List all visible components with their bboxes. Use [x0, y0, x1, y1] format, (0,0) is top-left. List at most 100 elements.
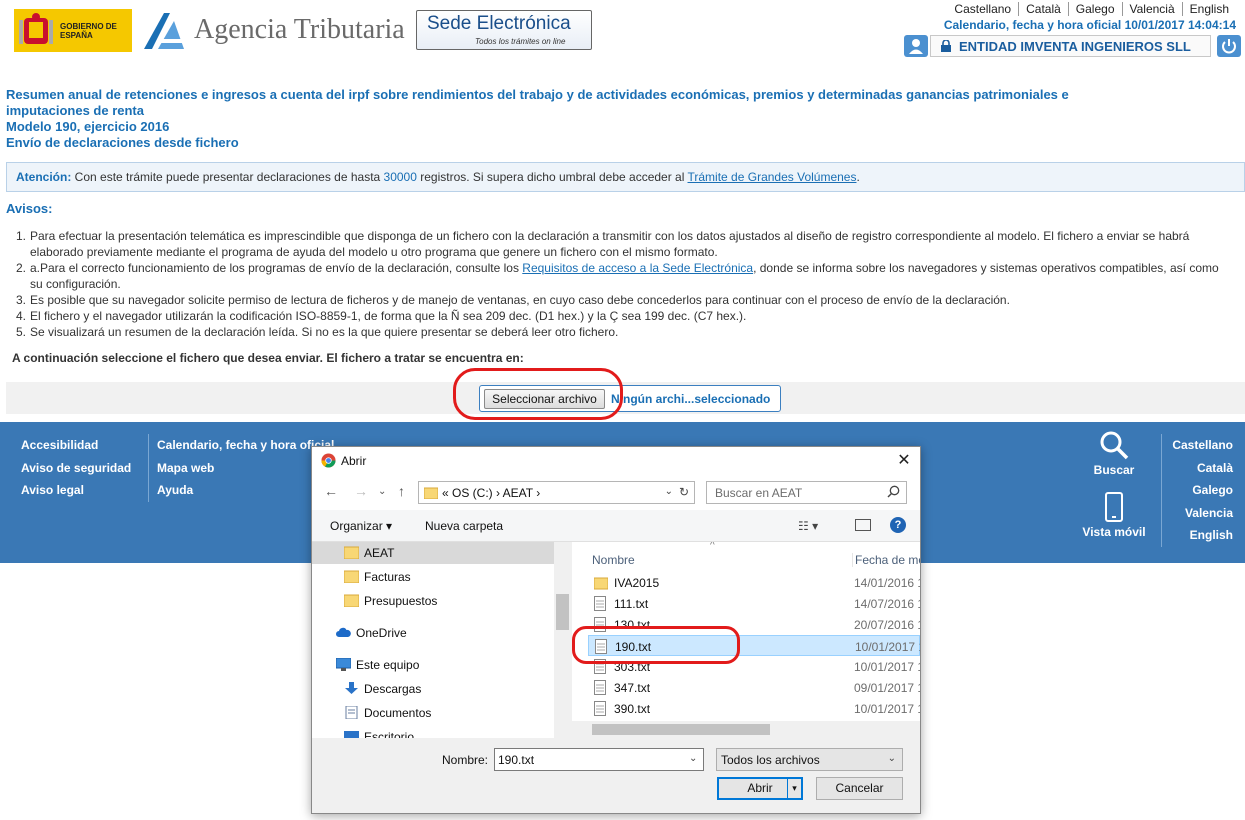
file-list-scrollbar[interactable]	[572, 721, 920, 738]
nav-item-escritorio[interactable]: Escritorio	[312, 726, 554, 738]
search-icon	[1100, 431, 1129, 460]
nav-item-documentos[interactable]: Documentos	[312, 702, 554, 724]
avisos-title: Avisos:	[6, 201, 53, 216]
power-icon[interactable]	[1217, 35, 1241, 57]
aviso-item: 2. a.Para el correcto funcionamiento de l…	[16, 261, 1219, 291]
official-datetime[interactable]: Calendario, fecha y hora oficial 10/01/2…	[944, 18, 1236, 32]
column-header-name[interactable]: Nombre	[592, 553, 635, 567]
language-selector: Castellano Català Galego Valencià Englis…	[947, 2, 1236, 16]
aeat-logo-icon[interactable]	[140, 9, 188, 53]
aviso-item: 4. El fichero y el navegador utilizarán l…	[16, 309, 747, 323]
chevron-down-icon[interactable]: ⌄	[665, 486, 673, 497]
notice-text-c: .	[856, 170, 860, 184]
coat-of-arms-icon	[19, 12, 53, 44]
footer-accesibilidad[interactable]: Accesibilidad	[21, 434, 131, 457]
site-header: GOBIERNO DE ESPAÑA Agencia Tributaria Se…	[0, 0, 1245, 68]
cloud-icon	[336, 627, 351, 637]
chevron-down-icon[interactable]: ⌄	[689, 753, 697, 764]
file-row[interactable]: 347.txt 09/01/2017 1	[588, 677, 920, 698]
up-arrow-icon[interactable]: ↑	[398, 483, 405, 499]
help-icon[interactable]: ?	[890, 517, 906, 533]
footer-aviso-legal[interactable]: Aviso legal	[21, 479, 131, 502]
dialog-bottom-bar: Nombre: ⌄ Todos los archivos ⌄ Abrir ▾ C…	[312, 738, 920, 813]
text-file-icon	[594, 680, 606, 695]
organize-button[interactable]: Organizar ▾	[330, 519, 392, 533]
view-options-icon[interactable]: ☷ ▾	[798, 519, 818, 533]
footer-lang-castellano[interactable]: Castellano	[1172, 434, 1233, 457]
entity-button[interactable]: ENTIDAD IMVENTA INGENIEROS SLL	[930, 35, 1211, 57]
refresh-icon[interactable]: ↻	[679, 485, 689, 499]
aviso-item: 3. Es posible que su navegador solicite p…	[16, 293, 1010, 307]
forward-arrow-icon[interactable]: →	[354, 483, 368, 499]
column-header-date[interactable]: Fecha de mo	[852, 553, 920, 567]
requisitos-link[interactable]: Requisitos de acceso a la Sede Electróni…	[522, 261, 753, 275]
notice-text-a: Con este trámite puede presentar declara…	[71, 170, 384, 184]
footer-lang-catala[interactable]: Català	[1172, 457, 1233, 480]
nav-item-facturas[interactable]: Facturas	[312, 566, 554, 588]
scrollbar-thumb[interactable]	[592, 724, 770, 735]
filename-input[interactable]	[494, 748, 704, 771]
chrome-icon	[321, 453, 336, 468]
nav-item-este-equipo[interactable]: Este equipo	[312, 654, 554, 676]
new-folder-button[interactable]: Nueva carpeta	[425, 519, 503, 533]
lang-galego[interactable]: Galego	[1067, 2, 1122, 16]
open-button[interactable]: Abrir ▾	[717, 777, 803, 800]
lang-castellano[interactable]: Castellano	[947, 2, 1018, 16]
file-row[interactable]: 390.txt 10/01/2017 1	[588, 698, 920, 719]
footer-ayuda[interactable]: Ayuda	[157, 479, 334, 502]
footer-aviso-seguridad[interactable]: Aviso de seguridad	[21, 457, 131, 480]
close-icon[interactable]: ✕	[894, 451, 914, 471]
notice-number: 30000	[383, 170, 417, 184]
title-line-2: imputaciones de renta	[6, 103, 144, 118]
address-bar[interactable]: « OS (C:) › AEAT › ⌄ ↻	[418, 481, 695, 504]
footer-lang-english[interactable]: English	[1172, 524, 1233, 547]
nav-item-onedrive[interactable]: OneDrive	[312, 622, 554, 644]
footer-calendario[interactable]: Calendario, fecha y hora oficial	[157, 434, 334, 457]
lock-icon	[941, 40, 951, 52]
nav-item-presupuestos[interactable]: Presupuestos	[312, 590, 554, 612]
scrollbar-thumb[interactable]	[556, 594, 569, 630]
recent-dropdown-icon[interactable]: ⌄	[378, 486, 386, 497]
cancel-button[interactable]: Cancelar	[816, 777, 903, 800]
footer-search[interactable]: Buscar	[1082, 430, 1146, 477]
highlight-annotation	[572, 626, 740, 664]
footer-mobile-view[interactable]: Vista móvil	[1082, 492, 1146, 539]
agency-name[interactable]: Agencia Tributaria	[194, 14, 405, 46]
select-file-label: A continuación seleccione el fichero que…	[12, 351, 524, 365]
grandes-volumenes-link[interactable]: Trámite de Grandes Volúmenes	[688, 170, 857, 184]
dialog-search-input[interactable]: Buscar en AEAT	[706, 481, 907, 504]
file-row[interactable]: 111.txt 14/07/2016 1	[588, 593, 920, 614]
notice-text-b: registros. Si supera dicho umbral debe a…	[416, 170, 688, 184]
footer-mapa-web[interactable]: Mapa web	[157, 457, 334, 480]
address-path: « OS (C:) › AEAT ›	[442, 486, 541, 500]
text-file-icon	[594, 596, 606, 611]
lang-catala[interactable]: Català	[1018, 2, 1068, 16]
notice-label: Atención:	[16, 170, 72, 184]
user-icon[interactable]	[904, 35, 928, 57]
title-line-3: Modelo 190, ejercicio 2016	[6, 119, 170, 134]
back-arrow-icon[interactable]: ←	[324, 483, 338, 499]
sede-electronica-logo[interactable]: Sede Electrónica Todos los trámites on l…	[416, 10, 592, 50]
footer-links-1: Accesibilidad Aviso de seguridad Aviso l…	[21, 434, 131, 502]
search-icon	[887, 485, 900, 498]
filetype-select[interactable]: Todos los archivos ⌄	[716, 748, 903, 771]
sede-title: Sede Electrónica	[427, 13, 571, 34]
file-row[interactable]: IVA2015 14/01/2016 1	[588, 572, 920, 593]
lang-english[interactable]: English	[1181, 2, 1236, 16]
open-options-dropdown[interactable]: ▾	[787, 779, 801, 798]
footer-lang-valencia[interactable]: Valencia	[1172, 502, 1233, 525]
avisos-list: 1. Para efectuar la presentación telemáti…	[16, 228, 1244, 340]
dialog-title: Abrir	[341, 454, 367, 468]
dialog-toolbar: Organizar ▾ Nueva carpeta ☷ ▾ ?	[312, 510, 920, 542]
nav-item-aeat[interactable]: AEAT	[312, 542, 554, 564]
gobierno-logo[interactable]: GOBIERNO DE ESPAÑA	[14, 9, 132, 52]
nav-item-descargas[interactable]: Descargas	[312, 678, 554, 700]
dialog-titlebar[interactable]: Abrir ✕	[312, 447, 920, 475]
footer-lang-galego[interactable]: Galego	[1172, 479, 1233, 502]
nav-pane-scrollbar[interactable]	[554, 542, 571, 738]
search-placeholder: Buscar en AEAT	[715, 486, 803, 500]
footer-links-2: Calendario, fecha y hora oficial Mapa we…	[148, 434, 334, 502]
lang-valencia[interactable]: Valencià	[1121, 2, 1182, 16]
aviso-item: 1. Para efectuar la presentación telemáti…	[16, 229, 1190, 259]
preview-pane-icon[interactable]	[855, 519, 871, 531]
